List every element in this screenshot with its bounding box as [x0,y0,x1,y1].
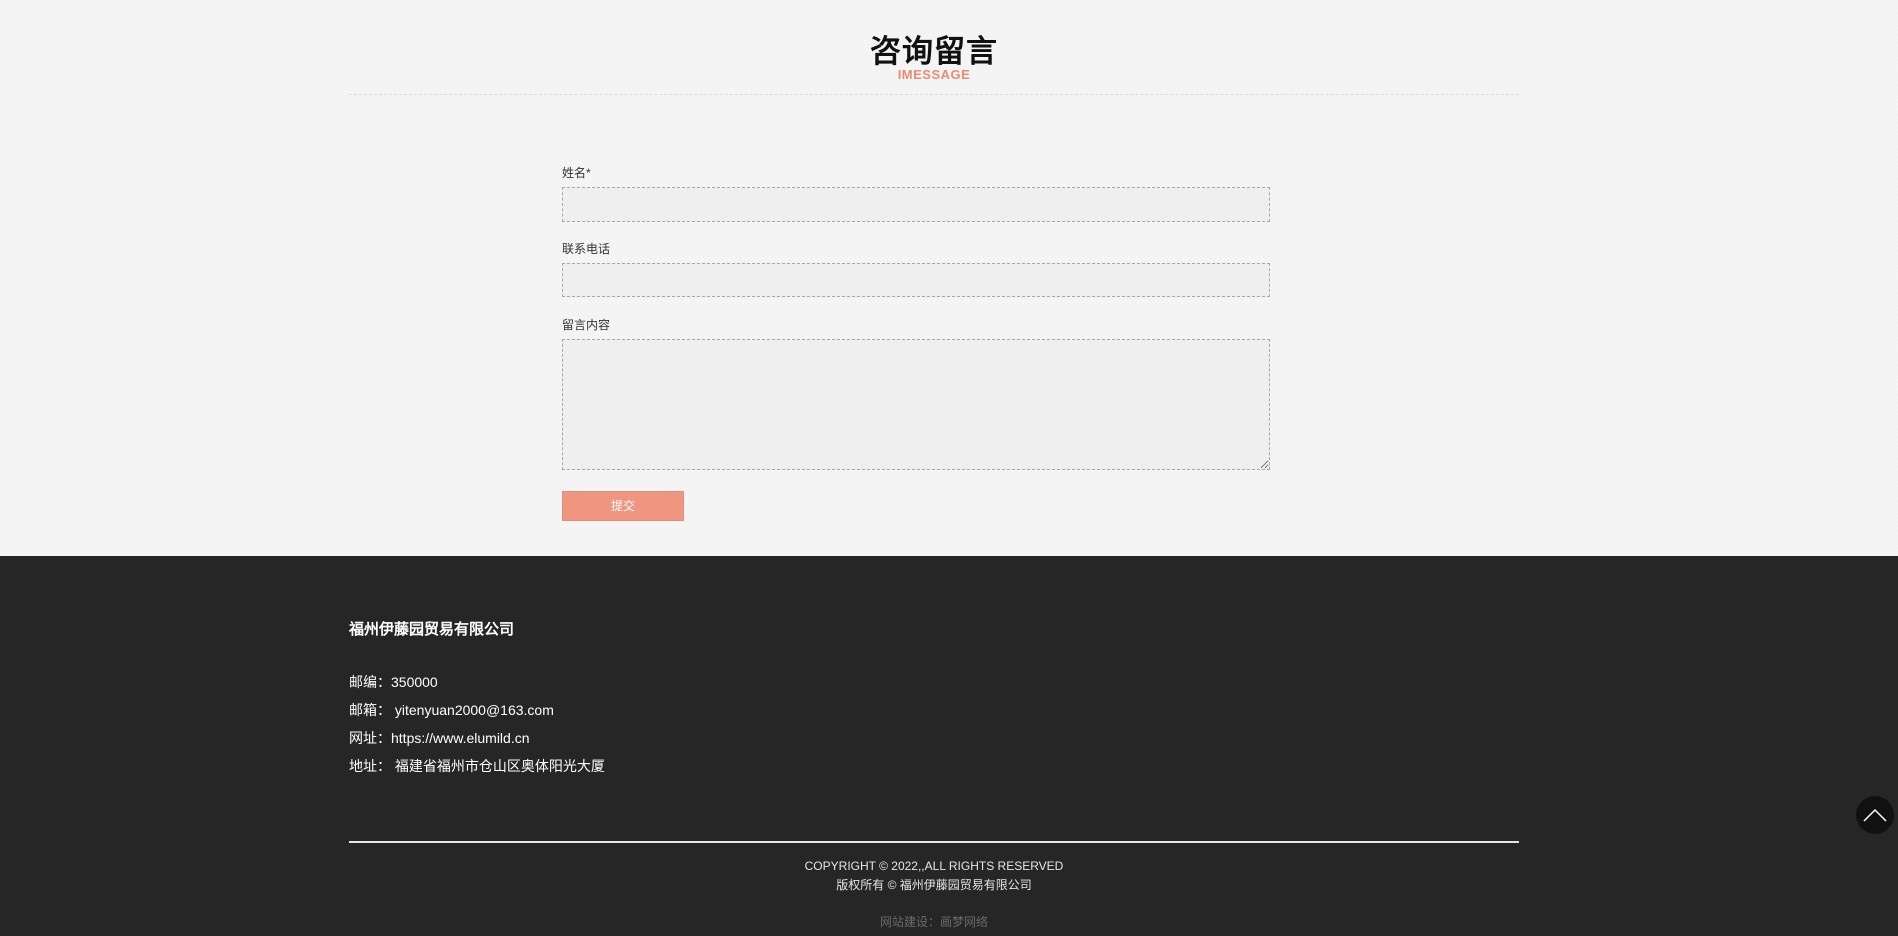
page: 咨询留言 IMESSAGE 姓名* 联系电话 留言内容 提交 福州伊藤园贸易有限… [0,0,1898,936]
phone-label: 联系电话 [562,242,611,256]
site-credit: 网站建设：画梦网络 [879,915,988,929]
section-header: 咨询留言 IMESSAGE [349,0,1519,95]
message-textarea[interactable] [562,339,1270,470]
back-to-top-button[interactable] [1856,796,1894,834]
section-title: 咨询留言 [870,34,998,69]
rights-text: 版权所有 © 福州伊藤园贸易有限公司 [836,878,1032,892]
copyright-text: COPYRIGHT © 2022,,ALL RIGHTS RESERVED [804,859,1064,873]
name-label: 姓名* [562,166,591,180]
footer-divider [349,841,1519,843]
address-text: 地址： 福建省福州市仓山区奥体阳光大厦 [349,758,605,774]
company-name: 福州伊藤园贸易有限公司 [349,621,515,638]
message-label: 留言内容 [562,318,611,332]
footer: 福州伊藤园贸易有限公司 邮编：350000 邮箱： yitenyuan2000@… [0,556,1898,936]
message-section: 咨询留言 IMESSAGE 姓名* 联系电话 留言内容 提交 [0,0,1898,556]
chevron-up-icon [1863,808,1887,822]
submit-button[interactable]: 提交 [562,491,684,521]
email-text: 邮箱： yitenyuan2000@163.com [349,702,554,718]
phone-input[interactable] [562,263,1270,297]
website-text: 网址：https://www.elumild.cn [349,730,530,746]
postcode-text: 邮编：350000 [349,674,438,690]
name-input[interactable] [562,187,1270,222]
section-subtitle: IMESSAGE [897,67,971,82]
